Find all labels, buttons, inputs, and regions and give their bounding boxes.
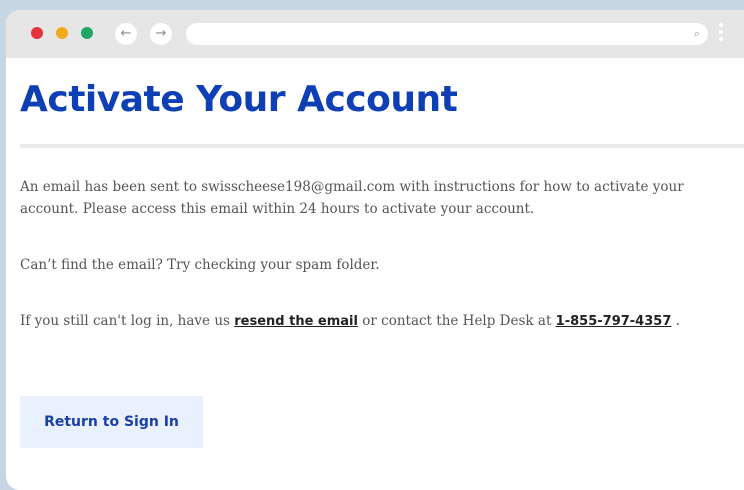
resend-email-link[interactable]: resend the email bbox=[234, 314, 358, 329]
email-sent-message: An email has been sent to swisscheese198… bbox=[20, 179, 684, 217]
maximize-window-dot[interactable] bbox=[81, 27, 93, 39]
page-content: Activate Your Account An email has been … bbox=[6, 58, 744, 448]
page-title: Activate Your Account bbox=[20, 79, 458, 120]
forward-arrow-icon[interactable]: → bbox=[150, 23, 172, 45]
help-message: If you still can't log in, have us resen… bbox=[20, 310, 720, 333]
help-text-before: If you still can't log in, have us bbox=[20, 313, 235, 329]
address-bar[interactable]: ⌕ bbox=[186, 23, 708, 45]
spam-folder-hint: Can’t find the email? Try checking your … bbox=[20, 257, 380, 273]
browser-window: ← → ⌕ Activate Your Account An email has… bbox=[6, 10, 744, 490]
title-divider bbox=[20, 144, 744, 148]
back-arrow-icon[interactable]: ← bbox=[115, 23, 137, 45]
browser-toolbar: ← → ⌕ bbox=[6, 10, 744, 58]
help-desk-phone-link[interactable]: 1-855-797-4357 bbox=[556, 314, 672, 329]
help-text-middle: or contact the Help Desk at bbox=[357, 313, 556, 329]
return-to-sign-in-button[interactable]: Return to Sign In bbox=[20, 396, 203, 448]
more-options-icon[interactable] bbox=[719, 23, 723, 45]
minimize-window-dot[interactable] bbox=[56, 27, 68, 39]
search-icon: ⌕ bbox=[693, 27, 700, 40]
close-window-dot[interactable] bbox=[31, 27, 43, 39]
help-text-after: . bbox=[671, 313, 680, 329]
